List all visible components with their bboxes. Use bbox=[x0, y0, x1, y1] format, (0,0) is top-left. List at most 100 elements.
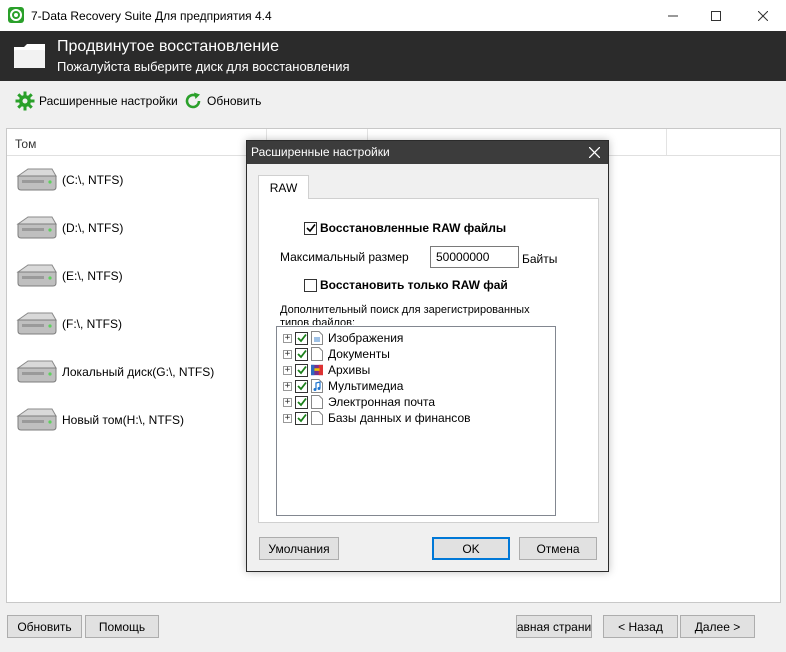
hard-drive-icon bbox=[16, 264, 57, 287]
checkmark-icon bbox=[296, 365, 307, 375]
tree-item-label: Мультимедиа bbox=[328, 379, 404, 393]
max-size-unit: Байты bbox=[522, 252, 558, 266]
tree-item-label: Изображения bbox=[328, 331, 404, 345]
toolbar: Расширенные настройки Обновить bbox=[0, 81, 786, 122]
advanced-settings-label: Расширенные настройки bbox=[39, 94, 178, 108]
home-page-button[interactable]: авная страни bbox=[516, 615, 592, 638]
tree-item[interactable]: + Электронная почта bbox=[283, 394, 435, 410]
drive-item[interactable]: (C:\, NTFS) bbox=[14, 165, 123, 195]
tree-item[interactable]: + Документы bbox=[283, 346, 390, 362]
drive-item[interactable]: (D:\, NTFS) bbox=[14, 213, 123, 243]
checkmark-icon bbox=[296, 349, 307, 359]
document-file-icon bbox=[311, 411, 323, 425]
tree-item[interactable]: + Архивы bbox=[283, 362, 370, 378]
help-button[interactable]: Помощь bbox=[85, 615, 159, 638]
file-types-tree[interactable]: + Изображения + Документы + Архивы + Мультимеди… bbox=[276, 326, 556, 516]
refresh-button[interactable]: Обновить bbox=[183, 87, 261, 115]
minimize-icon bbox=[668, 15, 678, 16]
document-file-icon bbox=[311, 395, 323, 409]
drive-item[interactable]: (E:\, NTFS) bbox=[14, 261, 123, 291]
music-file-icon bbox=[311, 379, 323, 393]
column-divider bbox=[666, 129, 667, 155]
archive-icon bbox=[311, 363, 323, 377]
dialog-title-bar: Расширенные настройки bbox=[247, 141, 608, 164]
drive-label: Локальный диск(G:\, NTFS) bbox=[62, 365, 215, 379]
checkmark-icon bbox=[296, 381, 307, 391]
maximize-icon bbox=[711, 10, 721, 21]
expand-icon[interactable]: + bbox=[283, 365, 292, 375]
tree-item-checkbox[interactable] bbox=[295, 331, 308, 345]
maximize-button[interactable] bbox=[693, 0, 739, 31]
close-icon bbox=[758, 10, 768, 21]
max-size-input[interactable]: 50000000 bbox=[430, 246, 519, 268]
checkmark-icon bbox=[305, 224, 316, 233]
hard-drive-icon bbox=[16, 168, 57, 191]
extra-search-label: Дополнительный поиск для зарегистрирован… bbox=[280, 304, 550, 325]
tree-item-checkbox[interactable] bbox=[295, 411, 308, 425]
hard-drive-icon bbox=[16, 408, 57, 431]
close-icon bbox=[588, 147, 600, 158]
drive-label: (E:\, NTFS) bbox=[62, 269, 123, 283]
only-raw-label: Восстановить только RAW фай bbox=[320, 278, 508, 292]
tree-item-label: Электронная почта bbox=[328, 395, 436, 409]
page-header: Продвинутое восстановление Пожалуйста вы… bbox=[0, 31, 786, 81]
advanced-settings-button[interactable]: Расширенные настройки bbox=[15, 87, 178, 115]
tree-item-checkbox[interactable] bbox=[295, 347, 308, 361]
document-file-icon bbox=[311, 347, 323, 361]
expand-icon[interactable]: + bbox=[283, 397, 292, 407]
checkmark-icon bbox=[296, 413, 307, 423]
ok-button[interactable]: OK bbox=[432, 537, 510, 560]
gear-icon bbox=[15, 91, 35, 111]
expand-icon[interactable]: + bbox=[283, 333, 292, 343]
only-raw-option[interactable]: Восстановить только RAW фай bbox=[304, 278, 508, 292]
drive-item[interactable]: Новый том(H:\, NTFS) bbox=[14, 405, 184, 435]
tree-item-checkbox[interactable] bbox=[295, 395, 308, 409]
recovered-raw-checkbox[interactable] bbox=[304, 221, 317, 235]
column-header-volume[interactable]: Том bbox=[15, 137, 36, 151]
advanced-settings-dialog: Расширенные настройки RAW Восстановленны… bbox=[246, 140, 609, 572]
expand-icon[interactable]: + bbox=[283, 413, 292, 423]
image-file-icon bbox=[311, 331, 323, 345]
cancel-button[interactable]: Отмена bbox=[519, 537, 597, 560]
tree-item[interactable]: + Базы данных и финансов bbox=[283, 410, 471, 426]
expand-icon[interactable]: + bbox=[283, 349, 292, 359]
extra-search-label-line2: типов файлов: bbox=[280, 317, 356, 325]
tree-item[interactable]: + Изображения bbox=[283, 330, 403, 346]
drive-label: (D:\, NTFS) bbox=[62, 221, 124, 235]
refresh-icon bbox=[185, 92, 201, 109]
tree-item-label: Архивы bbox=[328, 363, 371, 377]
app-logo-icon bbox=[8, 7, 24, 23]
drive-item[interactable]: Локальный диск(G:\, NTFS) bbox=[14, 357, 214, 387]
checkmark-icon bbox=[296, 397, 307, 407]
drive-label: (F:\, NTFS) bbox=[62, 317, 122, 331]
close-button[interactable] bbox=[740, 0, 786, 31]
dialog-title: Расширенные настройки bbox=[251, 145, 390, 159]
page-subtitle: Пожалуйста выберите диск для восстановле… bbox=[57, 59, 350, 74]
defaults-button[interactable]: Умолчания bbox=[259, 537, 339, 560]
expand-icon[interactable]: + bbox=[283, 381, 292, 391]
title-bar: 7-Data Recovery Suite Для предприятия 4.… bbox=[0, 0, 786, 31]
next-button[interactable]: Далее > bbox=[680, 615, 755, 638]
checkmark-icon bbox=[296, 333, 307, 343]
only-raw-checkbox[interactable] bbox=[304, 278, 317, 292]
refresh-label: Обновить bbox=[207, 94, 262, 108]
hard-drive-icon bbox=[16, 312, 57, 335]
footer-refresh-button[interactable]: Обновить bbox=[7, 615, 82, 638]
max-size-label: Максимальный размер bbox=[280, 250, 409, 264]
tree-item-label: Документы bbox=[328, 347, 390, 361]
tree-item-checkbox[interactable] bbox=[295, 363, 308, 377]
back-button[interactable]: < Назад bbox=[603, 615, 678, 638]
tree-item-label: Базы данных и финансов bbox=[328, 411, 471, 425]
dialog-close-button[interactable] bbox=[583, 142, 605, 163]
hard-drive-icon bbox=[16, 216, 57, 239]
tree-item[interactable]: + Мультимедиа bbox=[283, 378, 403, 394]
tab-raw[interactable]: RAW bbox=[258, 175, 309, 199]
recovered-raw-option[interactable]: Восстановленные RAW файлы bbox=[304, 221, 506, 235]
drive-label: Новый том(H:\, NTFS) bbox=[62, 413, 184, 427]
minimize-button[interactable] bbox=[650, 0, 696, 31]
drive-item[interactable]: (F:\, NTFS) bbox=[14, 309, 122, 339]
window-title: 7-Data Recovery Suite Для предприятия 4.… bbox=[31, 9, 272, 23]
folder-icon bbox=[12, 43, 47, 69]
hard-drive-icon bbox=[16, 360, 57, 383]
tree-item-checkbox[interactable] bbox=[295, 379, 308, 393]
